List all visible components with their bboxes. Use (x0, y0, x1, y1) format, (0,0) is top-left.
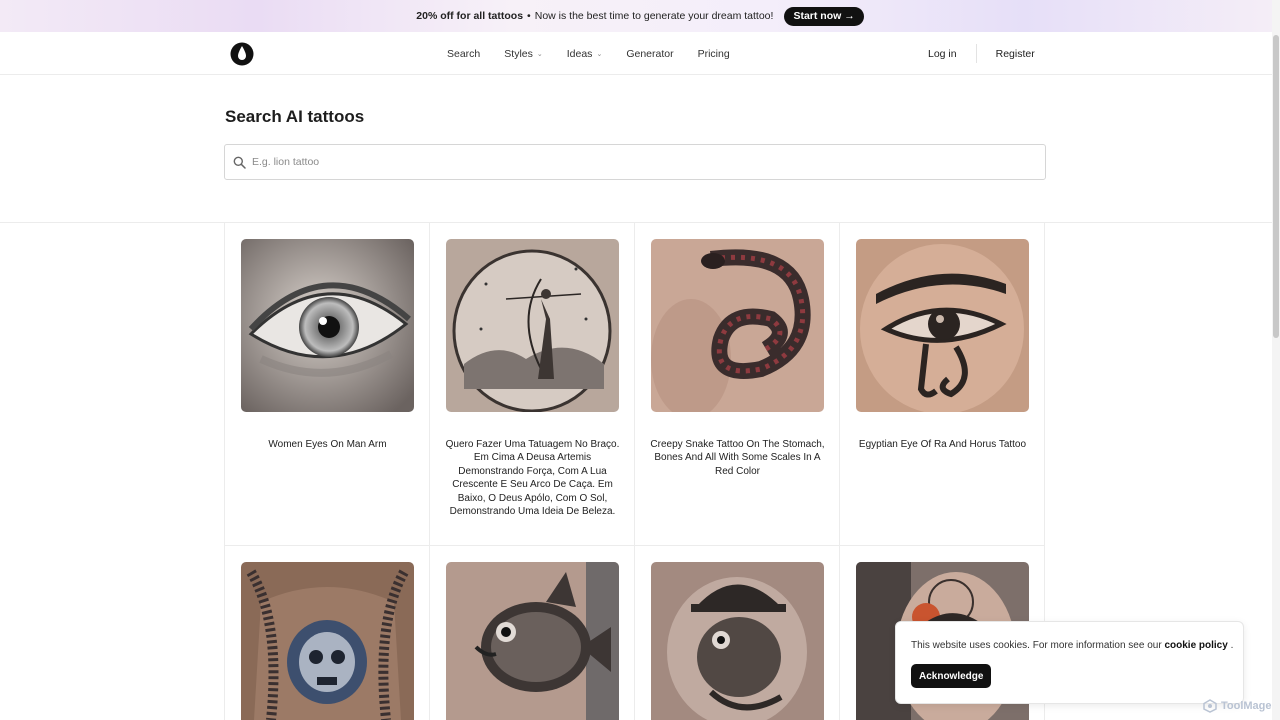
acknowledge-button[interactable]: Acknowledge (911, 664, 992, 688)
result-card[interactable] (635, 546, 840, 720)
watermark: ToolMage (1203, 699, 1272, 713)
nav-pricing-label: Pricing (697, 47, 730, 60)
result-card[interactable]: Creepy Snake Tattoo On The Stomach, Bone… (635, 223, 840, 546)
nav-search[interactable]: Search (447, 48, 480, 60)
result-caption: Quero Fazer Uma Tatuagem No Braço. Em Ci… (445, 439, 620, 518)
page-title: Search AI tattoos (225, 107, 365, 126)
result-caption: Creepy Snake Tattoo On The Stomach, Bone… (650, 439, 825, 477)
cookie-banner: This website uses cookies. For more info… (895, 621, 1244, 704)
promo-separator: • (527, 10, 531, 22)
result-caption: Women Eyes On Man Arm (268, 439, 387, 450)
result-card[interactable] (430, 546, 635, 720)
promo-message: Now is the best time to generate your dr… (534, 10, 774, 22)
result-card[interactable]: Quero Fazer Uma Tatuagem No Braço. Em Ci… (430, 223, 635, 546)
nav-search-label: Search (447, 47, 481, 60)
nav-ideas[interactable]: Ideas ⌄ (567, 48, 603, 60)
chevron-down-icon: ⌄ (536, 50, 543, 58)
chevron-down-icon: ⌄ (596, 50, 603, 58)
search-input[interactable] (252, 156, 1012, 168)
logo-icon[interactable] (230, 41, 254, 66)
cookie-message: This website uses cookies. For more info… (911, 640, 1162, 651)
promo-highlight: 20% off for all tattoos (416, 10, 524, 22)
auth-divider (975, 44, 977, 63)
watermark-logo-icon (1203, 699, 1217, 713)
fish-tattoo-image[interactable] (446, 562, 619, 720)
archer-tattoo-image[interactable] (446, 239, 619, 412)
fish-helmet-tattoo-image[interactable] (651, 562, 824, 720)
search-icon (233, 156, 246, 169)
scrollbar-thumb[interactable] (1273, 35, 1279, 338)
nav-pricing[interactable]: Pricing (698, 48, 730, 60)
search-box[interactable] (224, 144, 1046, 180)
result-card[interactable]: Egyptian Eye Of Ra And Horus Tattoo (840, 223, 1045, 546)
nav-generator[interactable]: Generator (626, 48, 673, 60)
nav-styles-label: Styles (504, 47, 533, 60)
cookie-policy-link[interactable]: cookie policy (1164, 640, 1227, 651)
result-caption: Egyptian Eye Of Ra And Horus Tattoo (858, 439, 1027, 450)
eye-tattoo-image[interactable] (241, 239, 414, 412)
login-link[interactable]: Log in (928, 48, 957, 60)
nav-ideas-label: Ideas (566, 47, 593, 60)
watermark-text: ToolMage (1221, 700, 1272, 712)
page-scrollbar[interactable] (1272, 0, 1280, 720)
nav-generator-label: Generator (626, 47, 674, 60)
top-navigation: Search Styles ⌄ Ideas ⌄ Generator Pricing … (0, 32, 1272, 75)
result-card[interactable]: Women Eyes On Man Arm (225, 223, 430, 546)
register-link[interactable]: Register (996, 48, 1035, 60)
eye-of-horus-tattoo-image[interactable] (856, 239, 1029, 412)
nav-styles[interactable]: Styles ⌄ (504, 48, 542, 60)
promo-banner: 20% off for all tattoos • Now is the bes… (0, 0, 1280, 32)
snake-tattoo-image[interactable] (651, 239, 824, 412)
cookie-text: This website uses cookies. For more info… (911, 640, 1233, 651)
cookie-suffix: . (1230, 640, 1234, 651)
result-card[interactable] (225, 546, 430, 720)
start-now-button[interactable]: Start now → (784, 6, 864, 26)
skull-chest-tattoo-image[interactable] (241, 562, 414, 720)
